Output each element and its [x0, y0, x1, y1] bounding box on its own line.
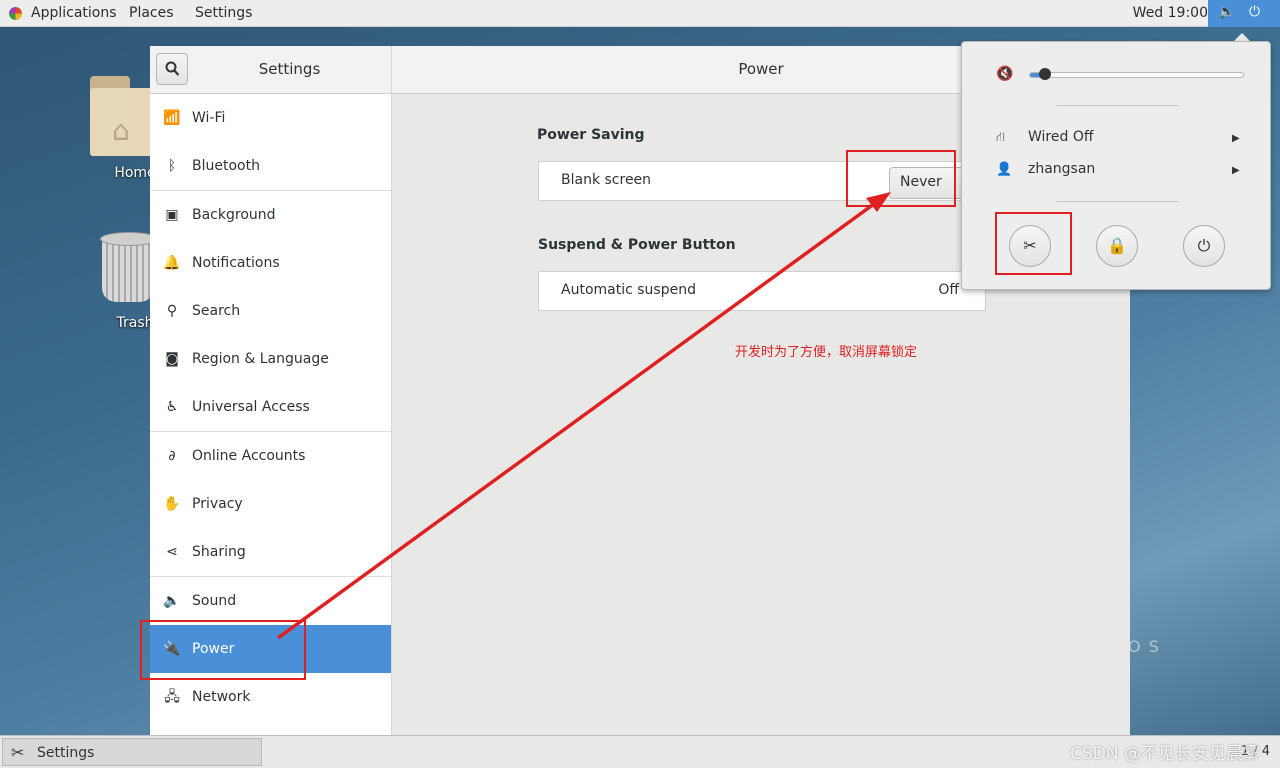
annotation-arrow: [276, 192, 891, 640]
taskbar-settings-window[interactable]: ✂ Settings: [2, 738, 262, 766]
watermark: CSDN @不见长安见晨雾: [1070, 744, 1260, 764]
tools-icon: ✂: [11, 743, 25, 762]
taskbar-label: Settings: [37, 745, 95, 761]
